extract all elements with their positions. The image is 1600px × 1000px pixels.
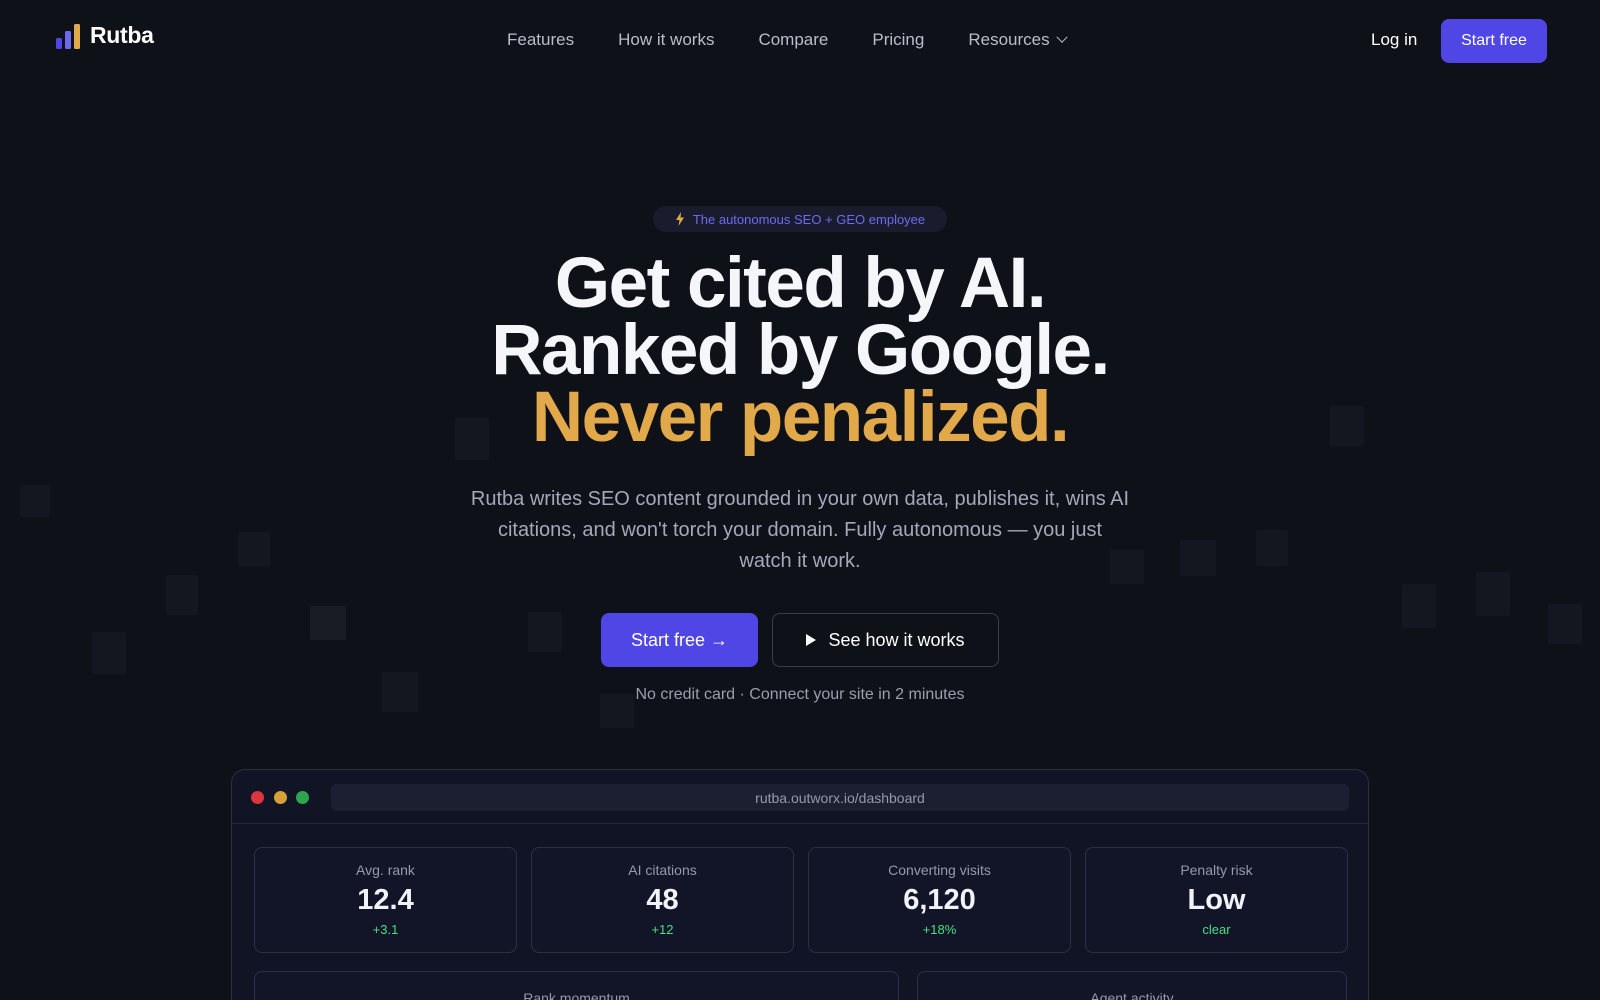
background-tile [92,632,126,674]
background-tile [166,575,198,615]
stat-delta: clear [1202,922,1231,937]
stat-label: Converting visits [888,862,991,878]
logo-bar [74,23,80,49]
window-minimize-dot [274,791,287,804]
nav-link-resources-label: Resources [968,30,1050,49]
logo-bar [56,37,62,49]
logo-bars-icon [56,23,80,49]
headline-accent-line: Never penalized. [531,378,1070,457]
login-link[interactable]: Log in [1371,30,1417,50]
panel-title: Rank momentum [523,990,630,1000]
background-tile [20,485,50,517]
stat-card-avg-rank: Avg. rank 12.4 +3.1 [254,847,517,953]
background-tile [1476,572,1510,616]
brand-logo[interactable]: Rutba [56,22,154,49]
headline-line: Get cited by AI. [554,244,1047,323]
hero-subtitle: Rutba writes SEO content grounded in you… [470,488,1130,572]
headline-line: Ranked by Google. [491,311,1110,390]
play-icon [806,634,817,646]
rank-momentum-panel: Rank momentum [254,971,899,1000]
top-navigation: Rutba Features How it works Compare Pric… [0,0,1600,82]
start-free-button[interactable]: Start free → [601,613,758,667]
stat-delta: +3.1 [372,922,399,937]
start-free-nav-button[interactable]: Start free [1441,19,1547,63]
window-close-dot [251,791,264,804]
hero-badge: The autonomous SEO + GEO employee [653,206,947,232]
chevron-down-icon [1055,31,1068,43]
see-how-it-works-button[interactable]: See how it works [772,613,999,667]
stat-card-ai-citations: AI citations 48 +12 [531,847,794,953]
background-tile [310,606,346,640]
hero-cta-row: Start free → See how it works [601,613,999,667]
stat-card-penalty-risk: Penalty risk Low clear [1085,847,1348,953]
hero-badge-text: The autonomous SEO + GEO employee [692,211,926,227]
nav-link-pricing[interactable]: Pricing [872,30,924,50]
nav-links: Features How it works Compare Pricing Re… [507,30,1068,50]
background-tile [1548,604,1582,644]
stat-value: 12.4 [357,884,414,916]
stat-value: 6,120 [903,884,976,916]
logo-bar [65,30,71,49]
background-tile [1256,530,1288,566]
lightning-icon [675,212,684,226]
hero-headline: Get cited by AI. Ranked by Google. Never… [0,244,1600,457]
address-bar: rutba.outworx.io/dashboard [331,784,1349,811]
see-how-it-works-label: See how it works [828,629,965,650]
background-tile [238,532,270,566]
nav-link-how-it-works[interactable]: How it works [618,30,714,50]
background-tile [1402,584,1436,628]
stat-card-converting-visits: Converting visits 6,120 +18% [808,847,1071,953]
stat-cards: Avg. rank 12.4 +3.1 AI citations 48 +12 … [254,847,1348,953]
stat-value: 48 [646,884,679,916]
agent-activity-panel: Agent activity [917,971,1347,1000]
stat-label: Penalty risk [1180,862,1253,878]
stat-value: Low [1187,884,1246,916]
stat-delta: +18% [922,922,957,937]
background-tile [528,612,562,652]
nav-link-resources[interactable]: Resources [968,30,1068,50]
stat-label: AI citations [628,862,697,878]
stat-label: Avg. rank [356,862,415,878]
brand-name: Rutba [90,22,154,48]
hero-note: No credit card · Connect your site in 2 … [635,686,965,703]
nav-link-features[interactable]: Features [507,30,574,50]
nav-link-compare[interactable]: Compare [758,30,828,50]
stat-delta: +12 [651,922,674,937]
background-tile [1180,540,1216,576]
browser-title-bar: rutba.outworx.io/dashboard [232,770,1368,824]
dashboard-preview: rutba.outworx.io/dashboard Avg. rank 12.… [231,769,1369,1000]
window-maximize-dot [296,791,309,804]
panel-title: Agent activity [1090,990,1174,1000]
